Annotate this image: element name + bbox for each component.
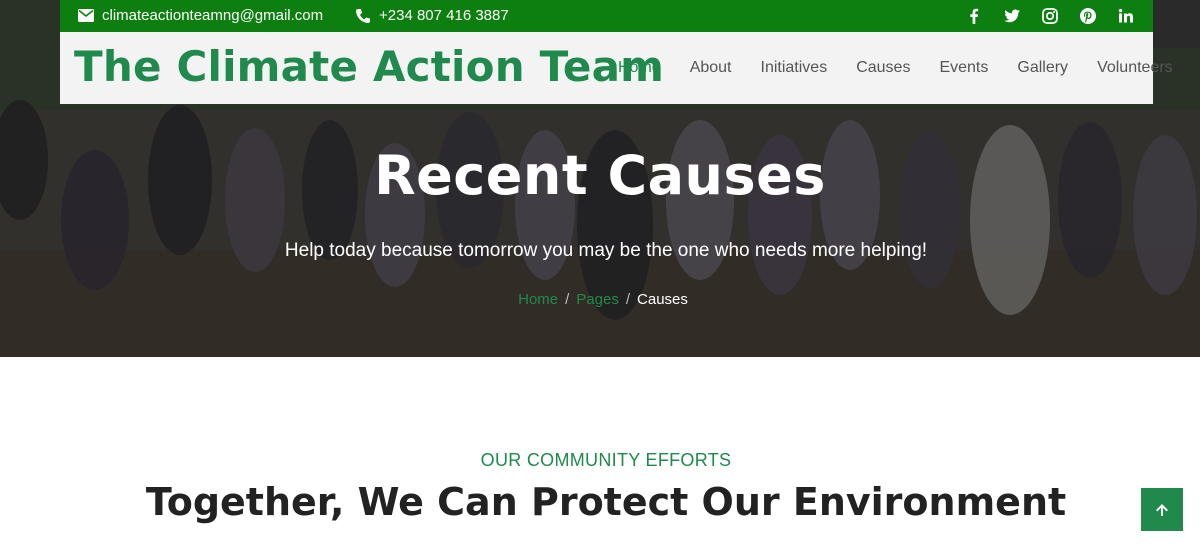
breadcrumb-separator: /: [625, 291, 631, 308]
breadcrumb-current: Causes: [637, 291, 688, 308]
nav-item-volunteers[interactable]: Volunteers: [1097, 59, 1173, 77]
page: Recent Causes Help today because tomorro…: [0, 0, 1200, 554]
instagram-icon[interactable]: [1041, 7, 1059, 25]
envelope-icon: [78, 9, 94, 22]
nav-item-home[interactable]: Home: [618, 59, 661, 77]
nav-item-gallery[interactable]: Gallery: [1017, 59, 1068, 77]
nav-item-events[interactable]: Events: [939, 59, 988, 77]
linkedin-icon[interactable]: [1117, 7, 1135, 25]
phone-text: +234 807 416 3887: [379, 7, 509, 24]
nav-item-initiatives[interactable]: Initiatives: [761, 59, 828, 77]
hero-subtitle: Help today because tomorrow you may be t…: [284, 240, 928, 261]
pinterest-icon[interactable]: [1079, 7, 1097, 25]
section-kicker: OUR COMMUNITY EFFORTS: [480, 450, 732, 470]
nav-item-about[interactable]: About: [690, 59, 732, 77]
main-nav: Home About Initiatives Causes Events Gal…: [618, 59, 1200, 77]
top-contact-bar: climateactionteamng@gmail.com +234 807 4…: [60, 0, 1153, 32]
header-edge: [1153, 0, 1200, 48]
facebook-icon[interactable]: [965, 7, 983, 25]
social-links: [965, 7, 1135, 25]
site-brand-logo[interactable]: The Climate Action Team: [74, 42, 664, 91]
section-headline: Together, We Can Protect Our Environment: [145, 480, 1067, 524]
phone-icon: [356, 8, 370, 23]
breadcrumb: Home / Pages / Causes: [0, 291, 1200, 308]
breadcrumb-home-link[interactable]: Home: [518, 291, 558, 308]
phone-contact[interactable]: +234 807 416 3887: [355, 7, 509, 24]
email-text: climateactionteamng@gmail.com: [102, 7, 324, 24]
main-navbar: The Climate Action Team Home About Initi…: [60, 32, 1173, 104]
breadcrumb-separator: /: [565, 291, 570, 308]
email-contact[interactable]: climateactionteamng@gmail.com: [78, 7, 323, 24]
page-title: Recent Causes: [374, 144, 826, 207]
back-to-top-button[interactable]: [1141, 488, 1183, 531]
arrow-up-icon: [1156, 503, 1168, 516]
breadcrumb-pages-link[interactable]: Pages: [576, 291, 619, 308]
twitter-icon[interactable]: [1003, 7, 1021, 25]
nav-item-causes[interactable]: Causes: [856, 59, 910, 77]
